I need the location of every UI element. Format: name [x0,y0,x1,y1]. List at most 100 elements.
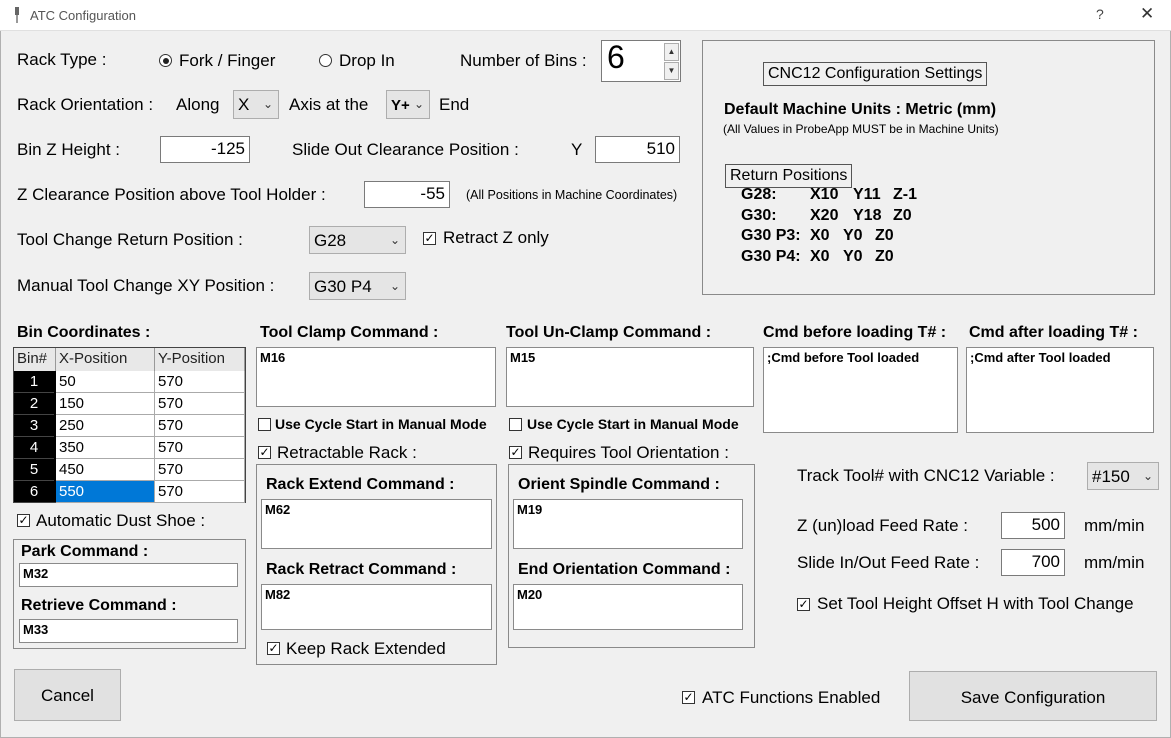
table-row[interactable]: 6 550 570 [14,481,245,503]
track-tool-value: #150 [1092,467,1130,486]
return-row-x: X20 [810,206,839,224]
end-select[interactable]: Y+ ⌄ [386,90,430,119]
tool-orientation-checkbox[interactable]: ✓ [509,446,522,459]
end-select-value: Y+ [391,97,410,114]
unclamp-cycle-start-checkbox[interactable] [509,418,522,431]
y-position-cell[interactable]: 570 [155,415,245,437]
bin-z-height-input[interactable]: -125 [160,136,250,163]
return-row-name: G30 P4: [741,247,801,265]
spin-up-icon[interactable]: ▲ [664,43,679,61]
app-icon [15,7,19,23]
help-button[interactable]: ? [1096,6,1104,22]
rack-orientation-label: Rack Orientation : [17,95,154,114]
tool-orientation-label[interactable]: Requires Tool Orientation : [528,443,729,463]
return-positions-button[interactable]: Return Positions [725,164,853,188]
retractable-rack-checkbox[interactable]: ✓ [258,446,271,459]
rack-extend-label: Rack Extend Command : [266,476,455,493]
bin-number: 5 [14,459,54,481]
number-of-bins-spinner[interactable]: 6 ▲ ▼ [601,39,681,82]
cnc12-configuration-button[interactable]: CNC12 Configuration Settings [763,62,988,86]
y-position-cell[interactable]: 570 [155,371,245,393]
x-position-cell-selected[interactable]: 550 [56,481,155,503]
end-orientation-textarea[interactable]: M20 [513,584,743,630]
orient-spindle-textarea[interactable]: M19 [513,499,743,549]
retract-z-only-label[interactable]: Retract Z only [443,228,549,248]
x-position-cell[interactable]: 450 [56,459,155,481]
table-row[interactable]: 1 50 570 [14,371,245,393]
save-configuration-button[interactable]: Save Configuration [909,671,1157,721]
height-offset-checkbox[interactable]: ✓ [797,598,810,611]
return-row-x: X10 [810,186,839,203]
x-position-cell[interactable]: 350 [56,437,155,459]
slide-feed-rate-unit: mm/min [1084,553,1145,572]
y-position-cell[interactable]: 570 [155,481,245,503]
manual-tool-change-value: G30 P4 [314,277,372,296]
drop-in-radio[interactable] [319,54,332,67]
return-row-z: Z0 [875,247,894,265]
tool-unclamp-textarea[interactable]: M15 [506,347,754,407]
fork-finger-radio[interactable] [159,54,172,67]
spin-down-icon[interactable]: ▼ [664,62,679,80]
slide-out-clearance-input[interactable]: 510 [595,136,680,163]
axis-at-the-label: Axis at the [289,95,369,114]
unclamp-cycle-start-label[interactable]: Use Cycle Start in Manual Mode [527,416,739,432]
machine-coordinates-note: (All Positions in Machine Coordinates) [466,188,678,202]
bin-coordinates-grid[interactable]: Bin# X-Position Y-Position 1 50 570 2 15… [13,347,246,503]
table-row[interactable]: 5 450 570 [14,459,245,481]
chevron-down-icon: ⌄ [413,97,424,111]
table-row[interactable]: 4 350 570 [14,437,245,459]
height-offset-label[interactable]: Set Tool Height Offset H with Tool Chang… [817,594,1134,614]
close-button[interactable]: ✕ [1140,4,1154,24]
keep-rack-extended-label[interactable]: Keep Rack Extended [286,639,446,659]
dust-shoe-label[interactable]: Automatic Dust Shoe : [36,511,205,531]
cancel-button[interactable]: Cancel [14,669,121,721]
track-tool-select[interactable]: #150 ⌄ [1087,462,1159,490]
clamp-cycle-start-label[interactable]: Use Cycle Start in Manual Mode [275,416,487,432]
axis-select[interactable]: X ⌄ [233,90,279,119]
return-row-name: G30 P3: [741,227,801,244]
rack-extend-textarea[interactable]: M62 [261,499,492,549]
retract-z-only-checkbox[interactable]: ✓ [423,232,436,245]
table-row[interactable]: 2 150 570 [14,393,245,415]
bin-number: 6 [14,481,54,503]
dust-shoe-checkbox[interactable]: ✓ [17,514,30,527]
table-row[interactable]: 3 250 570 [14,415,245,437]
atc-enabled-label[interactable]: ATC Functions Enabled [702,688,880,708]
keep-rack-extended-checkbox[interactable]: ✓ [267,642,280,655]
bin-number: 1 [14,371,54,393]
x-position-cell[interactable]: 50 [56,371,155,393]
y-position-cell[interactable]: 570 [155,393,245,415]
slide-out-axis-label: Y [571,140,583,159]
z-clearance-input[interactable]: -55 [364,181,450,208]
z-feed-rate-input[interactable]: 500 [1001,512,1065,539]
rack-type-label: Rack Type : [17,50,107,69]
return-row: G28: X10 Y11 Z-1 [741,186,961,207]
slide-feed-rate-input[interactable]: 700 [1001,549,1065,576]
grid-header: Bin# [14,348,56,371]
fork-finger-label[interactable]: Fork / Finger [179,51,275,71]
slide-feed-rate-label: Slide In/Out Feed Rate : [797,553,980,572]
axis-select-value: X [238,95,250,114]
manual-tool-change-select[interactable]: G30 P4 ⌄ [309,272,406,300]
clamp-cycle-start-checkbox[interactable] [258,418,271,431]
park-command-input[interactable]: M32 [19,563,238,587]
rack-retract-textarea[interactable]: M82 [261,584,492,630]
return-row-x: X0 [810,227,830,244]
retrieve-command-input[interactable]: M33 [19,619,238,643]
tool-change-return-select[interactable]: G28 ⌄ [309,226,406,254]
y-position-cell[interactable]: 570 [155,459,245,481]
slide-out-clearance-label: Slide Out Clearance Position : [292,140,519,159]
drop-in-label[interactable]: Drop In [339,51,395,71]
cmd-before-textarea[interactable]: ;Cmd before Tool loaded [763,347,958,433]
tool-unclamp-label: Tool Un-Clamp Command : [506,324,712,341]
cmd-after-label: Cmd after loading T# : [969,324,1138,341]
retractable-rack-label[interactable]: Retractable Rack : [277,443,417,463]
grid-header: X-Position [56,348,155,371]
x-position-cell[interactable]: 150 [56,393,155,415]
cmd-after-textarea[interactable]: ;Cmd after Tool loaded [966,347,1154,433]
x-position-cell[interactable]: 250 [56,415,155,437]
z-feed-rate-unit: mm/min [1084,516,1145,535]
tool-clamp-textarea[interactable]: M16 [256,347,496,407]
atc-enabled-checkbox[interactable]: ✓ [682,691,695,704]
y-position-cell[interactable]: 570 [155,437,245,459]
